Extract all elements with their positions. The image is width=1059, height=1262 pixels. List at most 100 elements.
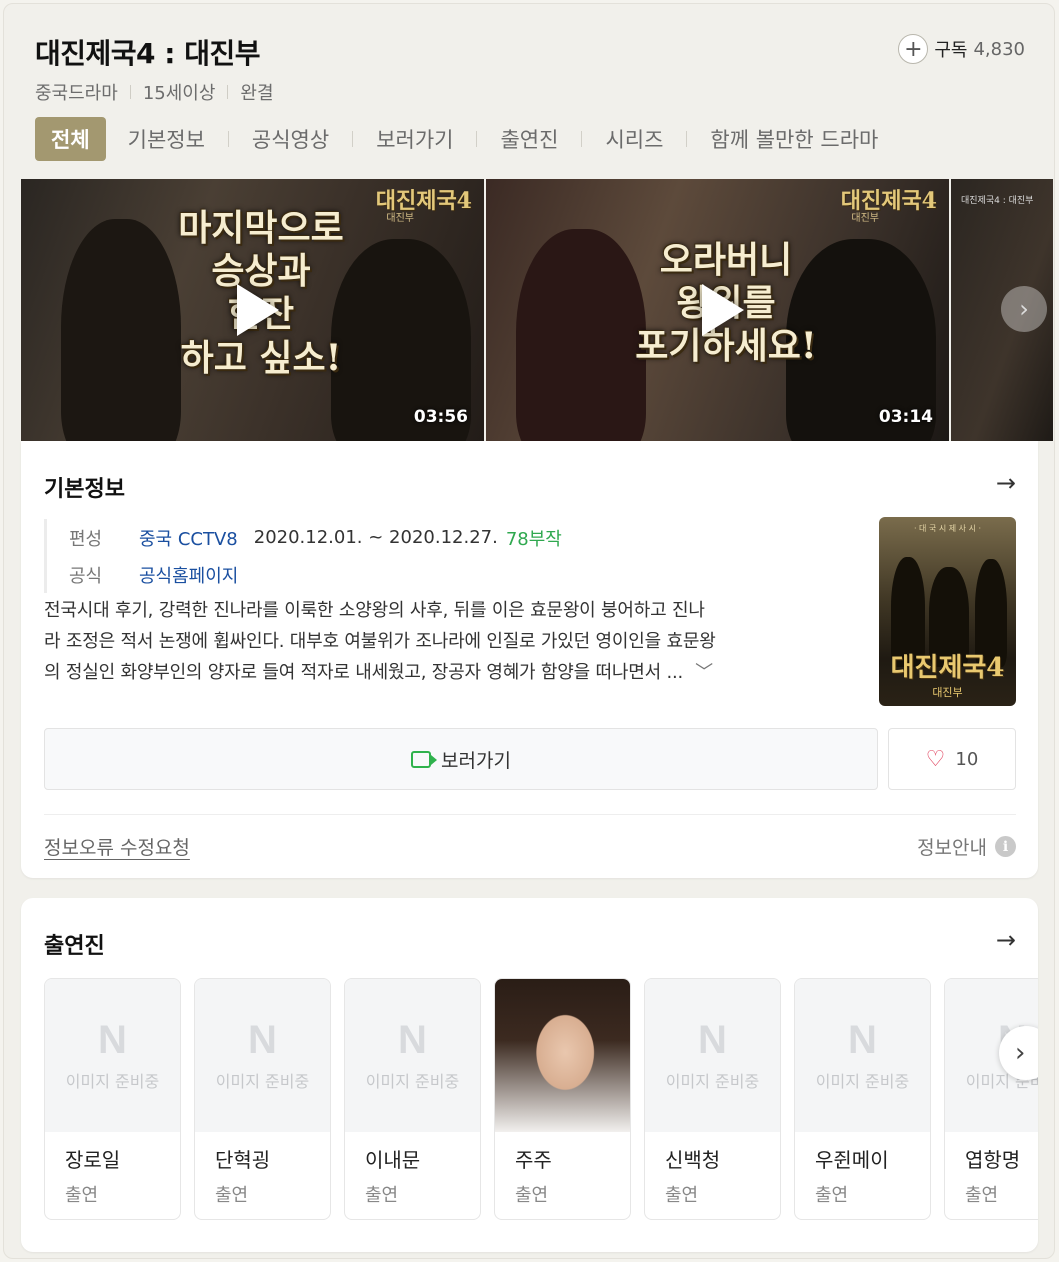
tab-divider — [352, 131, 354, 147]
broadcast-label: 편성 — [69, 528, 103, 550]
cast-card: 출연진 → N 이미지 준비중 장로일 출연 N 이미지 준비중 단혁굉 출연 … — [21, 898, 1038, 1252]
info-icon: i — [995, 836, 1016, 857]
official-row: 공식 공식홈페이지 — [69, 556, 562, 593]
cast-role: 출연 — [815, 1185, 849, 1206]
cast-member-card[interactable]: N 이미지 준비중 장로일 출연 — [44, 978, 181, 1220]
cast-list: N 이미지 준비중 장로일 출연 N 이미지 준비중 단혁굉 출연 N 이미지 … — [44, 978, 1038, 1220]
info-guide-button[interactable]: 정보안내 i — [917, 833, 1016, 860]
meta-divider — [129, 85, 131, 99]
subscribe-count: 4,830 — [973, 38, 1025, 60]
image-preparing-text: 이미지 준비중 — [215, 1071, 310, 1091]
poster-top-text: · 대 국 시 제 사 시 · — [913, 524, 982, 533]
video-brand: 대진제국4 : 대진부 — [961, 196, 1034, 206]
caption-line: 하고 싶소! — [180, 336, 342, 379]
cast-name: 주주 — [515, 1148, 552, 1172]
broadcast-dates: 2020.12.01. ~ 2020.12.27. — [253, 527, 498, 548]
video-carousel: 대진제국4 대진부 마지막으로 승상과 한잔 하고 싶소! 03:56 대진제국… — [21, 179, 1053, 441]
watch-button-label: 보러가기 — [441, 749, 511, 772]
naver-n-icon: N — [398, 1017, 427, 1062]
tab-divider — [581, 131, 583, 147]
tab-basic-info[interactable]: 기본정보 — [128, 117, 205, 161]
caption-line: 마지막으로 — [178, 207, 344, 249]
tab-cast[interactable]: 출연진 — [500, 117, 558, 161]
play-icon[interactable] — [701, 284, 744, 336]
page-title: 대진제국4 : 대진부 — [35, 37, 261, 70]
cast-role: 출연 — [515, 1185, 549, 1206]
tab-divider — [686, 131, 688, 147]
drama-poster[interactable]: · 대 국 시 제 사 시 · 대진제국4 대진부 — [879, 517, 1016, 706]
video-camera-icon — [411, 750, 438, 768]
error-report-link[interactable]: 정보오류 수정요청 — [44, 833, 190, 860]
like-count: 10 — [955, 748, 979, 770]
tab-watch[interactable]: 보러가기 — [376, 117, 453, 161]
cast-name: 신백청 — [665, 1148, 721, 1172]
tab-official-video[interactable]: 공식영상 — [252, 117, 329, 161]
synopsis: 전국시대 후기, 강력한 진나라를 이룩한 소양왕의 사후, 뒤를 이은 효문왕… — [44, 595, 856, 688]
cast-member-card[interactable]: N 이미지 준비중 우쥔메이 출연 — [794, 978, 931, 1220]
chevron-right-icon: › — [1019, 295, 1029, 323]
poster-subtitle: 대진부 — [932, 686, 963, 699]
plus-icon: + — [898, 34, 929, 64]
cast-name: 엽항명 — [965, 1148, 1021, 1172]
carousel-next-button[interactable]: › — [1001, 286, 1047, 332]
play-icon[interactable] — [236, 284, 279, 336]
cast-role: 출연 — [365, 1185, 399, 1206]
episode-count: 78부작 — [505, 528, 562, 550]
info-guide-label: 정보안내 — [917, 837, 987, 859]
video-duration: 03:56 — [413, 407, 468, 427]
meta-genre: 중국드라마 — [35, 83, 118, 104]
meta-info: 중국드라마 15세이상 완결 — [35, 79, 274, 105]
arrow-right-icon[interactable]: → — [996, 926, 1016, 954]
cast-image-placeholder: N 이미지 준비중 — [195, 979, 330, 1132]
divider — [44, 814, 1016, 815]
cast-name: 우쥔메이 — [815, 1148, 889, 1172]
heart-icon: ♡ — [925, 746, 946, 772]
cast-member-card[interactable]: N 이미지 준비중 이내문 출연 — [344, 978, 481, 1220]
cast-member-card[interactable]: N 이미지 준비중 단혁굉 출연 — [194, 978, 331, 1220]
naver-n-icon: N — [248, 1017, 277, 1062]
cast-member-card[interactable]: N 이미지 준비중 신백청 출연 — [644, 978, 781, 1220]
basic-info-title: 기본정보 — [44, 477, 125, 502]
info-rows: 편성 중국 CCTV8 2020.12.01. ~ 2020.12.27. 78… — [44, 519, 562, 593]
cast-name: 이내문 — [365, 1148, 421, 1172]
cast-title: 출연진 — [44, 934, 105, 959]
broadcast-channel-link[interactable]: 중국 CCTV8 — [139, 525, 238, 551]
official-homepage-link[interactable]: 공식홈페이지 — [139, 562, 238, 588]
watch-button[interactable]: 보러가기 — [44, 728, 878, 790]
tab-bar: 전체 기본정보 공식영상 보러가기 출연진 시리즈 함께 볼만한 드라마 — [35, 117, 878, 161]
like-button[interactable]: ♡ 10 — [888, 728, 1016, 790]
naver-n-icon: N — [698, 1017, 727, 1062]
tab-divider — [227, 131, 229, 147]
cast-member-card[interactable]: N 이미지 준비중 엽항명 출연 — [944, 978, 1038, 1220]
subscribe-button[interactable]: + 구독 4,830 — [898, 34, 1025, 64]
synopsis-line: 라 조정은 적서 논쟁에 휩싸인다. 대부호 여불위가 조나라에 인질로 가있던… — [44, 631, 716, 652]
cast-role: 출연 — [965, 1185, 999, 1206]
cast-role: 출연 — [215, 1185, 249, 1206]
cast-role: 출연 — [65, 1185, 99, 1206]
cast-name: 장로일 — [65, 1148, 121, 1172]
tab-divider — [476, 131, 478, 147]
subscribe-label: 구독 — [934, 40, 968, 61]
tab-series[interactable]: 시리즈 — [605, 117, 663, 161]
arrow-right-icon[interactable]: → — [996, 469, 1016, 497]
chevron-right-icon: › — [1015, 1038, 1026, 1068]
tab-related-dramas[interactable]: 함께 볼만한 드라마 — [710, 117, 878, 161]
synopsis-line: 전국시대 후기, 강력한 진나라를 이룩한 소양왕의 사후, 뒤를 이은 효문왕… — [44, 600, 705, 621]
cast-member-card[interactable]: 주주 출연 — [494, 978, 631, 1220]
official-label: 공식 — [69, 565, 103, 587]
naver-n-icon: N — [848, 1017, 877, 1062]
video-clip[interactable]: 대진제국4 대진부 마지막으로 승상과 한잔 하고 싶소! 03:56 — [21, 179, 484, 441]
tab-all[interactable]: 전체 — [35, 117, 106, 161]
cast-name: 단혁굉 — [215, 1148, 271, 1172]
synopsis-line: 의 정실인 화양부인의 양자로 들여 적자로 내세웠고, 장공자 영혜가 함양을… — [44, 657, 856, 688]
poster-title: 대진제국4 — [890, 653, 1005, 683]
broadcast-row: 편성 중국 CCTV8 2020.12.01. ~ 2020.12.27. 78… — [69, 519, 562, 556]
meta-divider — [227, 85, 229, 99]
chevron-down-icon[interactable]: ﹀ — [695, 662, 713, 683]
video-clip[interactable]: 대진제국4 대진부 오라버니 왕위를 포기하세요! 03:14 — [486, 179, 949, 441]
cast-image-placeholder: N 이미지 준비중 — [795, 979, 930, 1132]
video-duration: 03:14 — [878, 407, 933, 427]
image-preparing-text: 이미지 준비중 — [365, 1071, 460, 1091]
meta-status: 완결 — [240, 83, 274, 104]
cast-role: 출연 — [665, 1185, 699, 1206]
